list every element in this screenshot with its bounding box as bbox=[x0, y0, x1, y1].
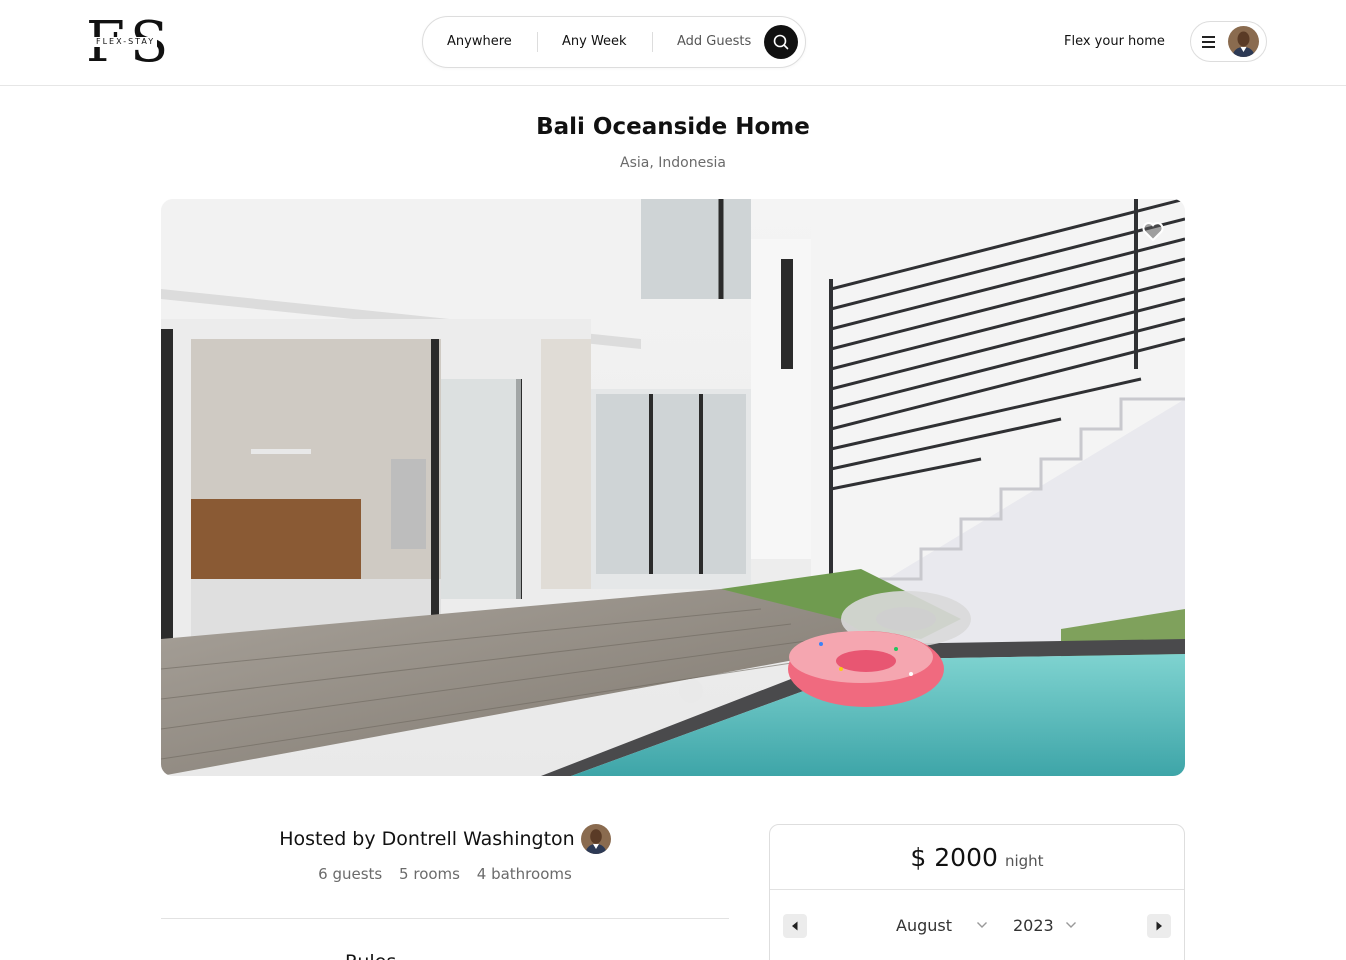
search-divider bbox=[537, 32, 538, 52]
nightly-price: $ 2000 bbox=[910, 843, 998, 872]
chevron-down-icon bbox=[1066, 922, 1076, 928]
search-divider bbox=[652, 32, 653, 52]
rooms-count: 5 rooms bbox=[399, 865, 460, 883]
search-anywhere[interactable]: Anywhere bbox=[447, 17, 512, 67]
card-divider bbox=[770, 889, 1184, 890]
search-any-week[interactable]: Any Week bbox=[562, 17, 627, 67]
chevron-down-icon bbox=[977, 922, 987, 928]
favorite-button[interactable] bbox=[1140, 218, 1166, 244]
search-add-guests[interactable]: Add Guests bbox=[677, 17, 751, 67]
booking-card: $ 2000 night August 2023 bbox=[769, 824, 1185, 960]
month-select[interactable]: August bbox=[896, 914, 952, 938]
top-navbar: F S FLEX-STAY Anywhere Any Week Add Gues… bbox=[0, 0, 1346, 86]
host-avatar[interactable] bbox=[580, 824, 611, 854]
search-button[interactable] bbox=[764, 25, 798, 59]
heart-icon bbox=[1142, 222, 1164, 242]
next-month-button[interactable] bbox=[1147, 914, 1171, 938]
price-unit: night bbox=[1004, 852, 1044, 870]
flex-stay-logo[interactable]: F S FLEX-STAY bbox=[86, 15, 172, 71]
caret-right-icon bbox=[1156, 921, 1162, 931]
host-row: Hosted by Dontrell Washington bbox=[161, 824, 729, 854]
listing-photo[interactable] bbox=[161, 199, 1185, 776]
hosted-by-text: Hosted by Dontrell Washington bbox=[279, 828, 575, 850]
listing-title: Bali Oceanside Home bbox=[536, 114, 810, 140]
user-menu-button[interactable] bbox=[1190, 21, 1267, 62]
listing-location: Asia, Indonesia bbox=[620, 155, 726, 171]
user-avatar bbox=[1228, 26, 1259, 57]
rules-heading: Rules bbox=[345, 950, 396, 960]
listing-stats: 6 guests 5 rooms 4 bathrooms bbox=[161, 863, 729, 885]
logo-wordmark: FLEX-STAY bbox=[94, 37, 158, 47]
flex-your-home-link[interactable]: Flex your home bbox=[1064, 32, 1165, 52]
bathrooms-count: 4 bathrooms bbox=[476, 865, 572, 883]
guests-count: 6 guests bbox=[318, 865, 383, 883]
hamburger-icon bbox=[1202, 36, 1216, 48]
caret-left-icon bbox=[792, 921, 798, 931]
section-divider bbox=[161, 918, 729, 919]
search-icon bbox=[773, 34, 789, 50]
year-select[interactable]: 2023 bbox=[1013, 914, 1054, 938]
prev-month-button[interactable] bbox=[783, 914, 807, 938]
search-bar[interactable]: Anywhere Any Week Add Guests bbox=[422, 16, 806, 68]
price-row: $ 2000 night bbox=[770, 841, 1184, 875]
